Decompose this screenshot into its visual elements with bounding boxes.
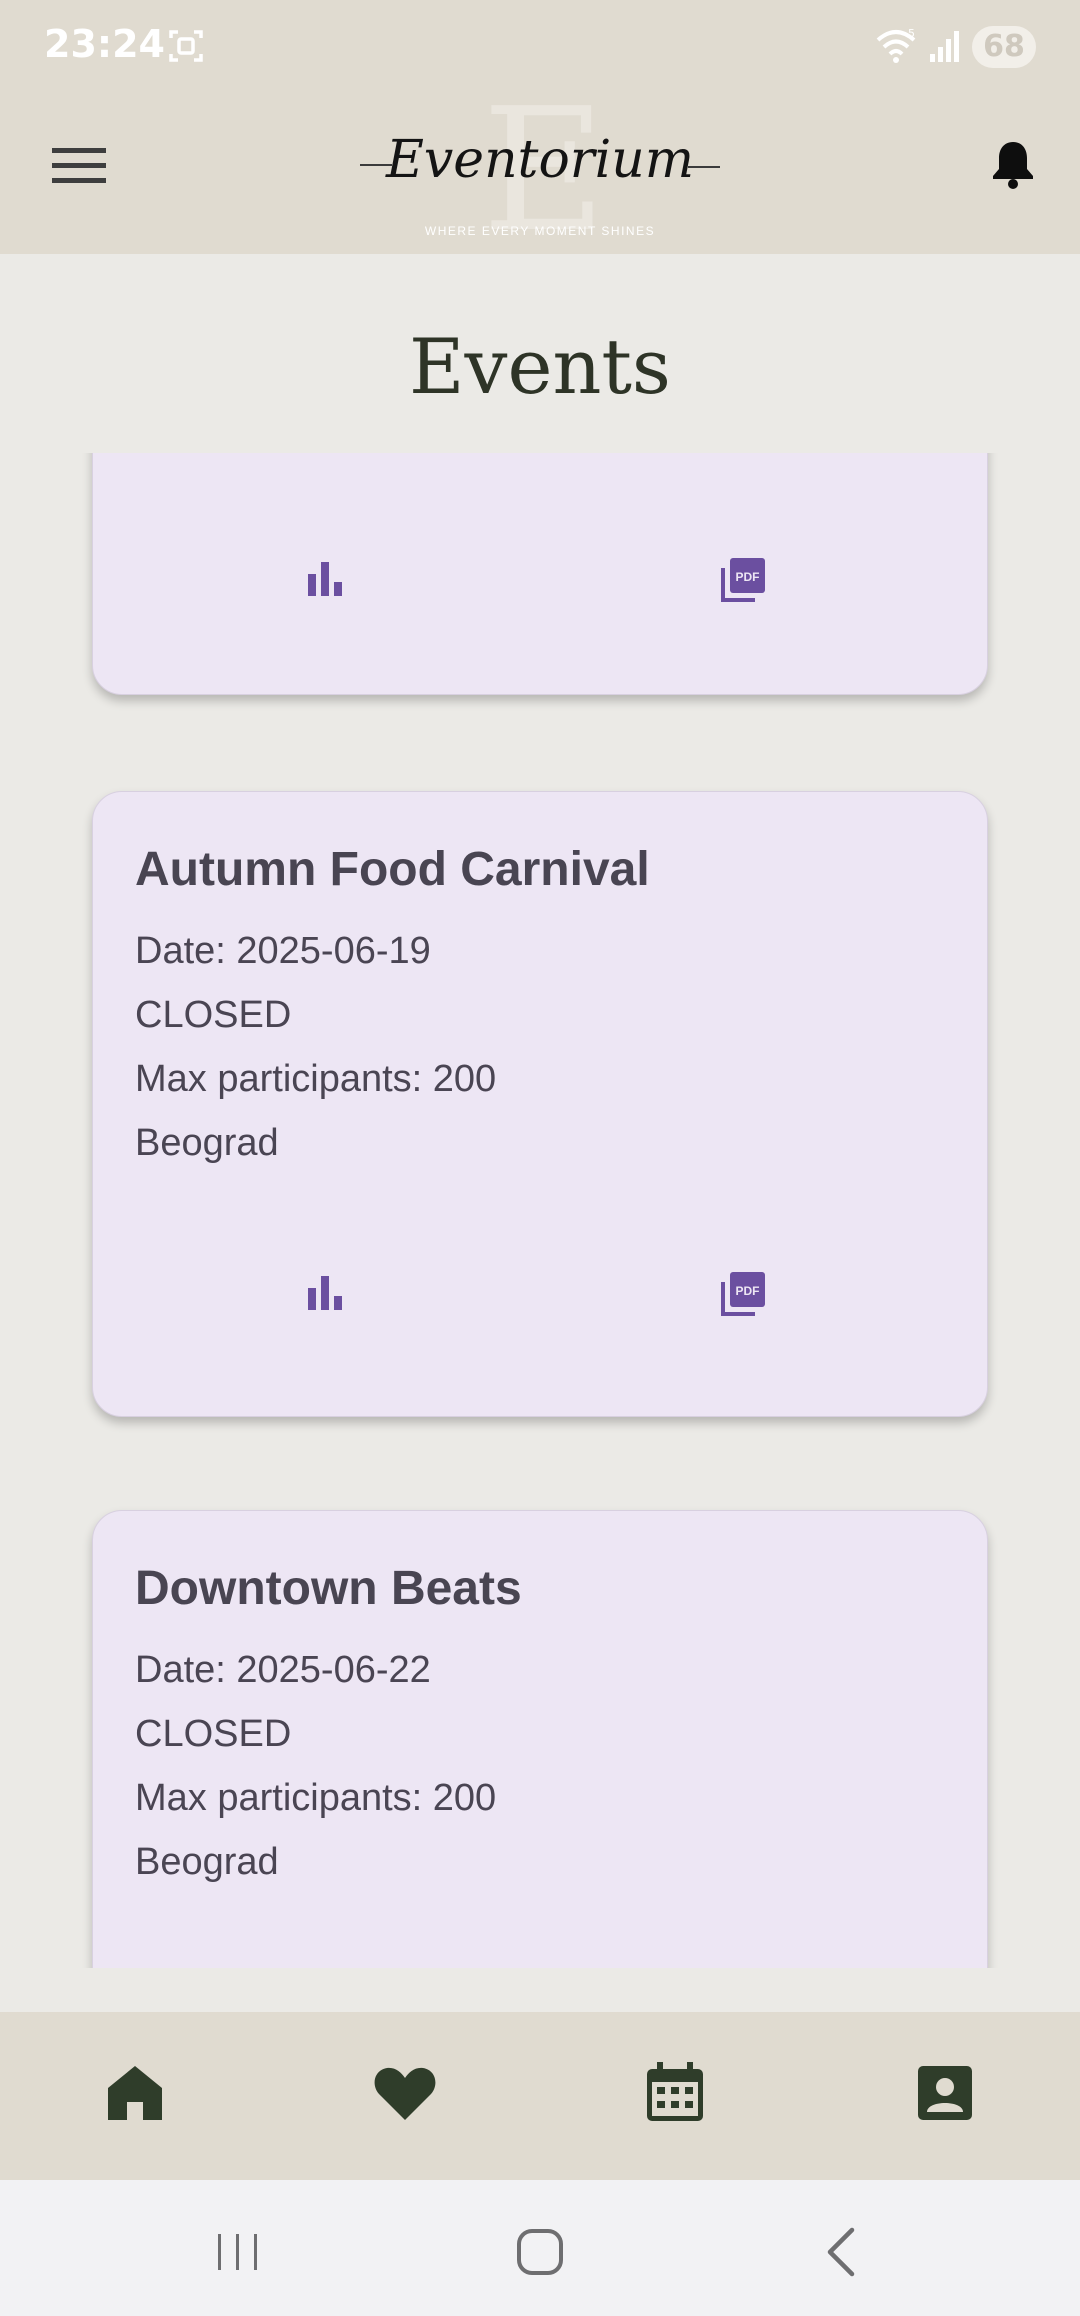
svg-text:5: 5 xyxy=(908,27,915,40)
page-title: Events xyxy=(409,322,671,411)
screenshot-icon xyxy=(169,30,203,62)
event-max-participants: Max participants: 200 xyxy=(135,1777,497,1819)
notification-bell-icon[interactable] xyxy=(990,138,1036,190)
event-title: Autumn Food Carnival xyxy=(135,843,650,896)
event-date: Date: 2025-06-22 xyxy=(135,1649,431,1691)
event-location: Beograd xyxy=(135,1122,279,1164)
event-status: CLOSED xyxy=(135,1713,292,1755)
status-time: 23:24 xyxy=(44,22,165,66)
system-nav-bar xyxy=(0,2180,1080,2316)
menu-icon[interactable] xyxy=(52,146,106,186)
svg-text:PDF: PDF xyxy=(736,1284,760,1298)
back-icon[interactable] xyxy=(812,2222,872,2282)
event-card: PDF xyxy=(92,453,988,695)
svg-text:PDF: PDF xyxy=(736,570,760,584)
heart-icon[interactable] xyxy=(370,2058,440,2128)
pdf-icon[interactable]: PDF xyxy=(719,1270,767,1318)
signal-icon xyxy=(930,31,959,62)
battery-indicator: 68 xyxy=(972,26,1036,68)
events-list[interactable]: PDF Autumn Food Carnival Date: 2025-06-1… xyxy=(0,453,1080,1968)
app-logo: E Eventorium WHERE EVERY MOMENT SHINES xyxy=(360,86,720,256)
wifi-icon: 5 xyxy=(876,27,916,63)
logo-text: Eventorium xyxy=(385,130,695,190)
event-card[interactable]: Downtown Beats Date: 2025-06-22 CLOSED M… xyxy=(92,1510,988,1968)
home-icon[interactable] xyxy=(100,2058,170,2128)
logo-tagline: WHERE EVERY MOMENT SHINES xyxy=(424,224,656,238)
event-title: Downtown Beats xyxy=(135,1562,522,1615)
bottom-nav xyxy=(0,2012,1080,2180)
event-location: Beograd xyxy=(135,1841,279,1883)
profile-icon[interactable] xyxy=(910,2058,980,2128)
page-title-area: Events xyxy=(0,254,1080,454)
event-status: CLOSED xyxy=(135,994,292,1036)
recent-apps-icon[interactable] xyxy=(208,2222,268,2282)
statistics-icon[interactable] xyxy=(306,560,344,598)
event-max-participants: Max participants: 200 xyxy=(135,1058,497,1100)
home-button-icon[interactable] xyxy=(510,2222,570,2282)
event-date: Date: 2025-06-19 xyxy=(135,930,431,972)
app-header: E Eventorium WHERE EVERY MOMENT SHINES xyxy=(0,86,1080,256)
statistics-icon[interactable] xyxy=(306,1274,344,1312)
pdf-icon[interactable]: PDF xyxy=(719,556,767,604)
calendar-icon[interactable] xyxy=(640,2058,710,2128)
event-card[interactable]: Autumn Food Carnival Date: 2025-06-19 CL… xyxy=(92,791,988,1417)
